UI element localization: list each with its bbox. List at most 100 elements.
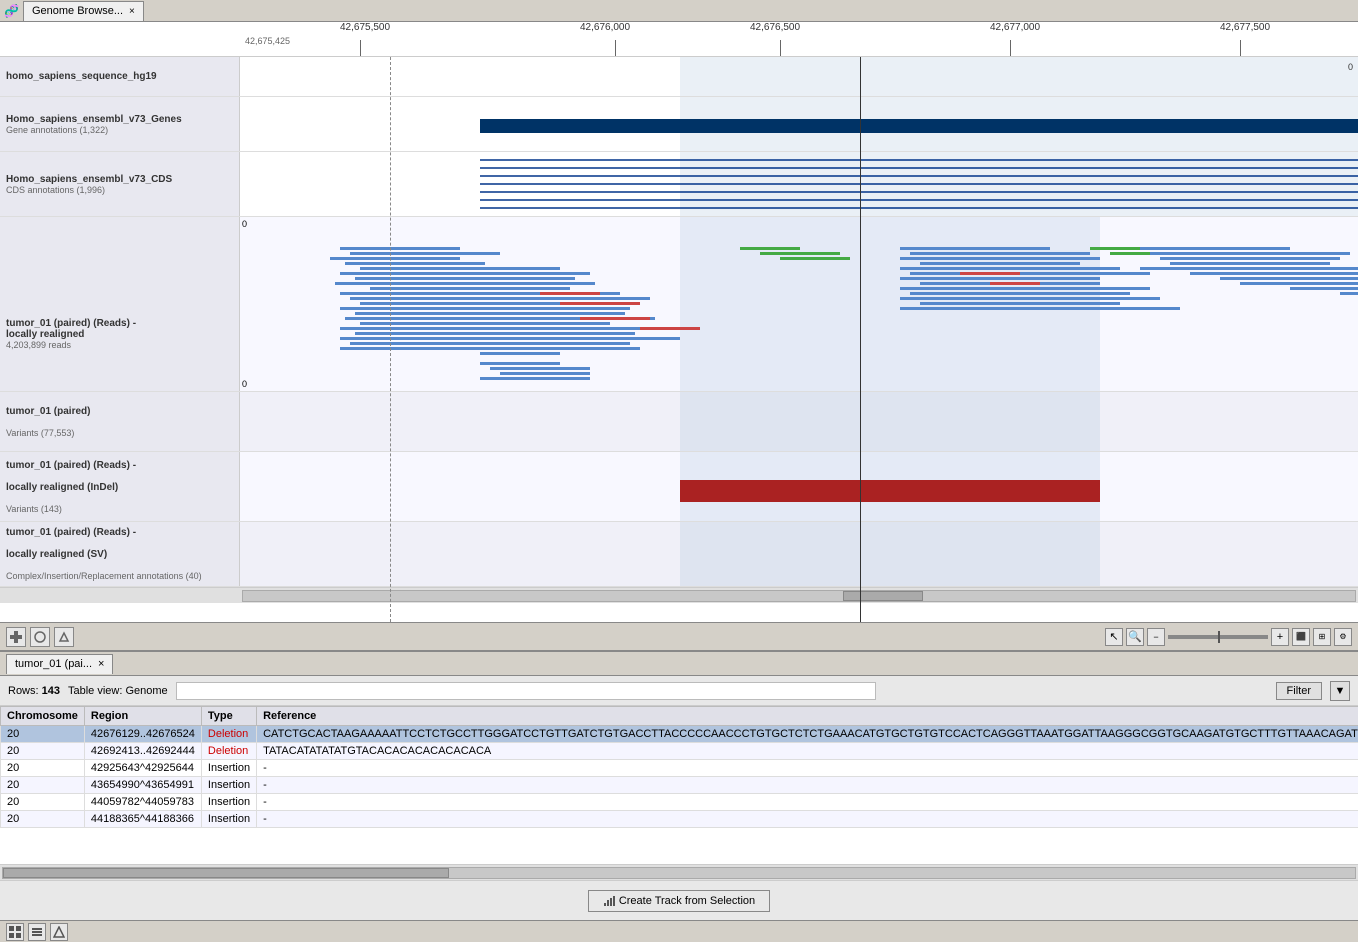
table-cell-chr: 20 xyxy=(1,743,85,760)
table-row[interactable]: 2044188365^44188366Insertion- xyxy=(1,811,1358,828)
filter-dropdown-btn[interactable]: ▼ xyxy=(1330,681,1350,701)
data-table: Chromosome Region Type Reference 2042676… xyxy=(0,706,1358,828)
table-cell-reference: TATACATATATATGTACACACACACACACACA xyxy=(257,743,1358,760)
reads-track-info: 4,203,899 reads xyxy=(6,340,71,350)
variants-track-name: tumor_01 (paired) xyxy=(6,406,233,417)
table-search-input[interactable] xyxy=(176,682,876,700)
ruler-pos-1: 42,675,500 xyxy=(340,22,390,33)
status-btn-3[interactable] xyxy=(50,923,68,941)
track-content-reads[interactable]: 0 0 xyxy=(240,217,1358,391)
indel-track-name2: locally realigned (InDel) xyxy=(6,482,233,493)
h-scroll-thumb[interactable] xyxy=(843,591,923,601)
toolbar-btn-3[interactable] xyxy=(54,627,74,647)
track-label-sv: tumor_01 (paired) (Reads) - locally real… xyxy=(0,522,240,586)
grid-btn[interactable]: ⊞ xyxy=(1313,628,1331,646)
track-label-indel: tumor_01 (paired) (Reads) - locally real… xyxy=(0,452,240,521)
genes-track-info: Gene annotations (1,322) xyxy=(6,125,233,135)
toolbar-btn-1[interactable] xyxy=(6,627,26,647)
status-btn-2[interactable] xyxy=(28,923,46,941)
create-track-bar: Create Track from Selection xyxy=(0,880,1358,920)
track-homo-sapiens-sequence: homo_sapiens_sequence_hg19 xyxy=(0,57,1358,97)
table-cell-type: Insertion xyxy=(201,811,256,828)
create-track-label: Create Track from Selection xyxy=(619,895,755,907)
h-scroll-bar[interactable] xyxy=(242,590,1356,602)
track-content-cds[interactable] xyxy=(240,152,1358,216)
filter-button[interactable]: Filter xyxy=(1276,682,1322,700)
track-content-sv[interactable] xyxy=(240,522,1358,586)
rows-label: Rows: 143 xyxy=(8,685,60,697)
table-row[interactable]: 2042676129..42676524DeletionCATCTGCACTAA… xyxy=(1,726,1358,743)
app-icon: 🧬 xyxy=(4,4,19,18)
main-tab-close[interactable]: × xyxy=(129,6,135,17)
reads-svg xyxy=(240,217,1358,391)
track-tumor01-reads: tumor_01 (paired) (Reads) - locally real… xyxy=(0,217,1358,392)
ruler-area: 42,675,500 42,676,000 42,676,500 42,677,… xyxy=(0,22,1358,57)
zoom-out-btn[interactable]: − xyxy=(1147,628,1165,646)
table-tab-label: tumor_01 (pai... xyxy=(15,658,92,670)
status-btn-1[interactable] xyxy=(6,923,24,941)
table-toolbar: Rows: 143 Table view: Genome Filter ▼ xyxy=(0,676,1358,706)
zoom-slider[interactable] xyxy=(1168,635,1268,639)
track-indel: tumor_01 (paired) (Reads) - locally real… xyxy=(0,452,1358,522)
table-tab-close[interactable]: × xyxy=(98,658,104,670)
table-cell-chr: 20 xyxy=(1,726,85,743)
table-row[interactable]: 2043654990^43654991Insertion- xyxy=(1,777,1358,794)
track-label-sequence: homo_sapiens_sequence_hg19 xyxy=(0,57,240,96)
table-view-label: Table view: Genome xyxy=(68,685,168,697)
zoom-plus-btn[interactable]: + xyxy=(1271,628,1289,646)
tracks-container[interactable]: homo_sapiens_sequence_hg19 Homo_sapiens_… xyxy=(0,57,1358,622)
sv-track-name: tumor_01 (paired) (Reads) - xyxy=(6,527,233,538)
main-tab[interactable]: Genome Browse... × xyxy=(23,1,144,21)
zoom-in-btn[interactable]: 🔍 xyxy=(1126,628,1144,646)
table-h-scroll-thumb[interactable] xyxy=(3,868,449,878)
cds-track-info: CDS annotations (1,996) xyxy=(6,185,233,195)
track-label-cds: Homo_sapiens_ensembl_v73_CDS CDS annotat… xyxy=(0,152,240,216)
col-reference[interactable]: Reference xyxy=(257,707,1358,726)
table-cell-type: Insertion xyxy=(201,760,256,777)
cursor-btn[interactable]: ↖ xyxy=(1105,628,1123,646)
ruler-pos-5: 42,677,500 xyxy=(1220,22,1270,33)
track-ensembl-cds: Homo_sapiens_ensembl_v73_CDS CDS annotat… xyxy=(0,152,1358,217)
track-content-variants[interactable] xyxy=(240,392,1358,451)
reads-coverage-zero-top: 0 xyxy=(242,219,247,229)
track-content-indel[interactable] xyxy=(240,452,1358,521)
bottom-status-bar xyxy=(0,920,1358,942)
track-ensembl-genes: Homo_sapiens_ensembl_v73_Genes Gene anno… xyxy=(0,97,1358,152)
cds-track-name: Homo_sapiens_ensembl_v73_CDS xyxy=(6,174,233,185)
table-tab[interactable]: tumor_01 (pai... × xyxy=(6,654,113,674)
genome-browser: 42,675,500 42,676,000 42,676,500 42,677,… xyxy=(0,22,1358,652)
table-row[interactable]: 2044059782^44059783Insertion- xyxy=(1,794,1358,811)
table-container[interactable]: Chromosome Region Type Reference 2042676… xyxy=(0,706,1358,864)
variants-track-info: Variants (77,553) xyxy=(6,428,233,438)
create-track-button[interactable]: Create Track from Selection xyxy=(588,890,770,912)
col-type[interactable]: Type xyxy=(201,707,256,726)
table-h-scroll[interactable] xyxy=(0,864,1358,880)
table-cell-region: 43654990^43654991 xyxy=(84,777,201,794)
table-cell-reference: - xyxy=(257,794,1358,811)
track-sv: tumor_01 (paired) (Reads) - locally real… xyxy=(0,522,1358,587)
track-content-genes[interactable] xyxy=(240,97,1358,151)
track-content-sequence[interactable] xyxy=(240,57,1358,96)
table-cell-chr: 20 xyxy=(1,760,85,777)
table-row[interactable]: 2042925643^42925644Insertion- xyxy=(1,760,1358,777)
table-cell-reference: - xyxy=(257,760,1358,777)
col-chromosome[interactable]: Chromosome xyxy=(1,707,85,726)
ruler-pos-2: 42,676,000 xyxy=(580,22,630,33)
table-cell-region: 44188365^44188366 xyxy=(84,811,201,828)
table-title-bar: tumor_01 (pai... × xyxy=(0,652,1358,676)
h-scroll-area[interactable] xyxy=(0,587,1358,603)
table-row[interactable]: 2042692413..42692444DeletionTATACATATATA… xyxy=(1,743,1358,760)
reads-track-name: tumor_01 (paired) (Reads) - xyxy=(6,318,136,329)
table-cell-type: Insertion xyxy=(201,794,256,811)
track-label-genes: Homo_sapiens_ensembl_v73_Genes Gene anno… xyxy=(0,97,240,151)
indel-track-info: Variants (143) xyxy=(6,504,233,514)
fit-btn[interactable]: ⬛ xyxy=(1292,628,1310,646)
indel-track-name: tumor_01 (paired) (Reads) - xyxy=(6,460,233,471)
reads-track-name2: locally realigned xyxy=(6,329,84,340)
title-bar: 🧬 Genome Browse... × xyxy=(0,0,1358,22)
settings-btn[interactable]: ⚙ xyxy=(1334,628,1352,646)
track-variants: tumor_01 (paired) Variants (77,553) xyxy=(0,392,1358,452)
table-cell-region: 42692413..42692444 xyxy=(84,743,201,760)
toolbar-btn-2[interactable] xyxy=(30,627,50,647)
col-region[interactable]: Region xyxy=(84,707,201,726)
